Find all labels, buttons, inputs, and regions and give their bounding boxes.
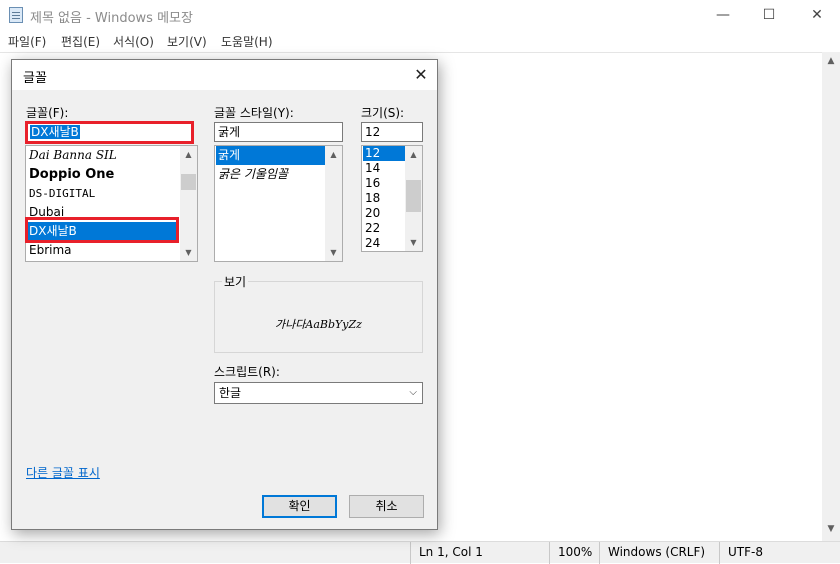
scroll-up-icon[interactable]: ▲ [405,146,422,163]
menu-format[interactable]: 서식(O) [113,33,154,50]
dialog-title: 글꼴 [23,71,47,86]
encoding: UTF-8 [719,542,819,564]
style-list[interactable]: 굵게 굵은 기울임꼴 ▲ ▼ [214,145,343,262]
scroll-down-icon[interactable]: ▼ [405,234,422,251]
style-list-scrollbar[interactable]: ▲ ▼ [325,146,342,261]
menu-file[interactable]: 파일(F) [8,33,46,50]
menu-edit[interactable]: 편집(E) [61,33,100,50]
size-item[interactable]: 12 [363,146,406,161]
font-label: 글꼴(F): [26,106,69,120]
scroll-up-icon[interactable]: ▲ [180,146,197,163]
style-item-bold[interactable]: 굵게 [216,146,326,165]
size-label: 크기(S): [361,106,405,120]
style-label: 글꼴 스타일(Y): [214,106,294,120]
dialog-title-bar: 글꼴 ✕ [12,60,437,90]
cancel-button[interactable]: 취소 [349,495,424,518]
scroll-down-icon[interactable]: ▼ [822,524,840,534]
minimize-button[interactable]: — [700,0,746,30]
more-fonts-link[interactable]: 다른 글꼴 표시 [26,464,100,481]
size-item[interactable]: 22 [363,221,406,236]
size-item[interactable]: 14 [363,161,406,176]
size-input[interactable]: 12 [361,122,423,142]
line-ending: Windows (CRLF) [599,542,719,564]
window-title: 제목 없음 - Windows 메모장 [30,11,193,26]
font-item-dai-banna[interactable]: Dai Banna SIL [27,146,179,165]
size-item[interactable]: 20 [363,206,406,221]
font-list[interactable]: Dai Banna SIL Doppio One DS-DIGITAL Duba… [25,145,198,262]
scroll-down-icon[interactable]: ▼ [180,244,197,261]
cursor-position: Ln 1, Col 1 [410,542,549,564]
font-dialog: 글꼴 ✕ 글꼴(F): DX새날B Dai Banna SIL Doppio O… [11,59,438,530]
style-input[interactable]: 굵게 [214,122,343,142]
size-list[interactable]: 12 14 16 18 20 22 24 ▲ ▼ [361,145,423,252]
menu-bar: 파일(F) 편집(E) 서식(O) 보기(V) 도움말(H) [0,30,840,52]
size-list-scrollbar[interactable]: ▲ ▼ [405,146,422,251]
size-item[interactable]: 24 [363,236,406,251]
menu-help[interactable]: 도움말(H) [221,33,273,50]
script-select[interactable]: 한글 ⌵ [214,382,423,404]
dialog-close-icon[interactable]: ✕ [409,63,433,87]
font-item-doppio-one[interactable]: Doppio One [27,165,179,184]
script-select-value: 한글 [219,386,242,400]
font-item-ebrima[interactable]: Ebrima [27,241,179,260]
font-input-highlight [25,121,194,144]
scroll-up-icon[interactable]: ▲ [822,56,840,66]
sample-text: 가나다AaBbYyZz [275,318,362,331]
status-bar: Ln 1, Col 1 100% Windows (CRLF) UTF-8 [0,541,840,564]
font-item-highlight [25,217,179,243]
scroll-thumb[interactable] [406,180,421,212]
font-list-scrollbar[interactable]: ▲ ▼ [180,146,197,261]
style-item-bold-italic[interactable]: 굵은 기울임꼴 [216,165,326,184]
close-button[interactable]: ✕ [794,0,840,30]
script-label: 스크립트(R): [214,365,280,379]
menu-view[interactable]: 보기(V) [167,33,207,50]
scroll-down-icon[interactable]: ▼ [325,244,342,261]
font-item-ds-digital[interactable]: DS-DIGITAL [27,184,179,203]
notepad-icon [9,7,23,23]
editor-vertical-scrollbar[interactable]: ▲ ▼ [822,52,840,541]
maximize-button[interactable]: ☐ [746,0,792,30]
sample-label: 보기 [222,273,249,290]
title-bar: 제목 없음 - Windows 메모장 — ☐ ✕ [0,0,840,30]
size-item[interactable]: 18 [363,191,406,206]
scroll-up-icon[interactable]: ▲ [325,146,342,163]
scroll-thumb[interactable] [181,174,196,190]
size-item[interactable]: 16 [363,176,406,191]
chevron-down-icon: ⌵ [409,387,417,398]
ok-button[interactable]: 확인 [262,495,337,518]
zoom-level: 100% [549,542,599,564]
